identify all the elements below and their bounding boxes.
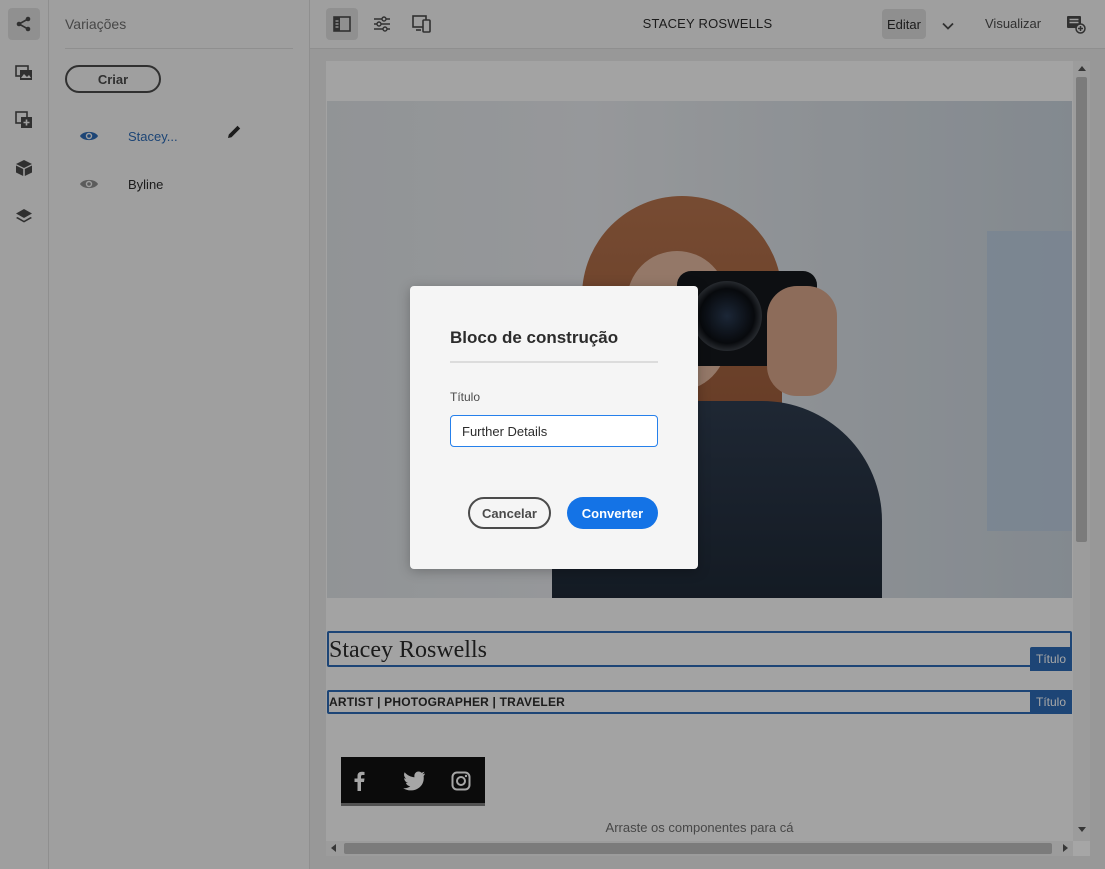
dialog-divider (450, 361, 658, 363)
title-input[interactable] (450, 415, 658, 447)
building-block-dialog: Bloco de construção Título Cancelar Conv… (410, 286, 698, 569)
title-field-label: Título (450, 390, 481, 404)
convert-button[interactable]: Converter (567, 497, 658, 529)
dialog-title: Bloco de construção (450, 328, 619, 347)
cancel-button[interactable]: Cancelar (468, 497, 551, 529)
